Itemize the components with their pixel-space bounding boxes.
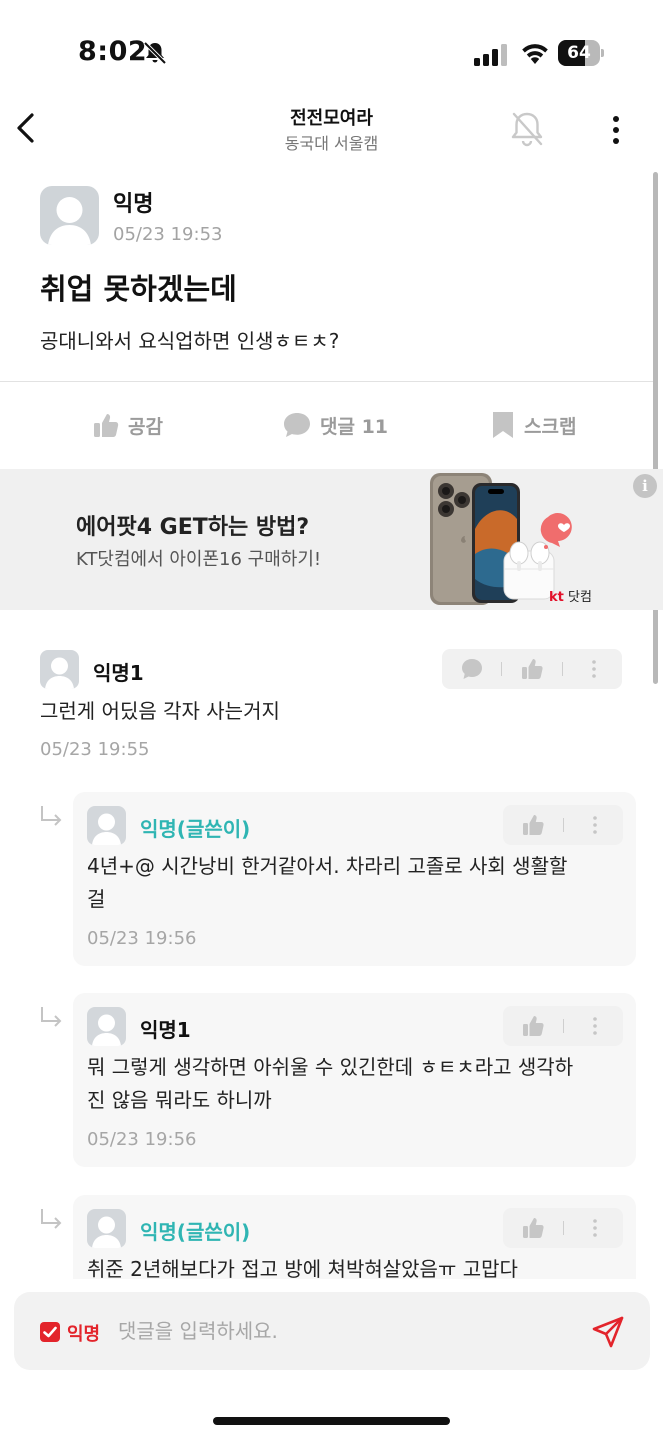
notification-off-button[interactable]	[506, 108, 548, 150]
ad-brand-logo: kt 닷컴	[549, 586, 592, 605]
status-bar: 8:02 64	[0, 0, 663, 100]
reply-clip-region: 익명(글쓴이) 취준 2년해보다가 접고 방에 쳐박혀살았음ㅠ 고맙다	[0, 1195, 663, 1279]
board-title: 전전모여라	[290, 108, 373, 129]
post-title: 취업 못하겠는데	[40, 272, 237, 306]
post-body: 공대니와서 요식업하면 인생ㅎㅌㅊ?	[40, 329, 340, 353]
reply-author: 익명1	[140, 1018, 191, 1042]
comment-input[interactable]	[118, 1311, 578, 1351]
reply-arrow-icon	[41, 1209, 62, 1229]
ad-banner[interactable]: 에어팟4 GET하는 방법? KT닷컴에서 아이폰16 구매하기! kt 닷컴 …	[0, 469, 663, 610]
reply-text: 4년+@ 시간낭비 한거같아서. 차라리 고졸로 사회 생활할걸	[87, 854, 568, 911]
comment-more-icon[interactable]	[582, 657, 606, 681]
iphone-airpods-image	[430, 473, 572, 605]
reply-like-icon[interactable]	[521, 1014, 545, 1038]
reply-more-icon[interactable]	[583, 1216, 607, 1240]
reply-toolbar	[503, 1006, 623, 1046]
reply-card: 익명(글쓴이) 취준 2년해보다가 접고 방에 쳐박혀살았음ㅠ 고맙다	[73, 1195, 636, 1279]
reply-more-icon[interactable]	[583, 1014, 607, 1038]
reply-avatar	[87, 806, 126, 845]
post-actions: 공감 댓글 11 스크랩	[0, 396, 653, 456]
home-indicator[interactable]	[213, 1417, 450, 1425]
divider	[0, 381, 653, 382]
more-options-button[interactable]	[602, 110, 630, 150]
reply-like-icon[interactable]	[521, 1216, 545, 1240]
like-label: 공감	[128, 415, 163, 438]
board-header: 전전모여라 동국대 서울캠	[0, 96, 663, 166]
wifi-icon	[522, 44, 548, 64]
board-school: 동국대 서울캠	[284, 134, 379, 153]
send-button[interactable]	[590, 1314, 626, 1350]
ad-title: 에어팟4 GET하는 방법?	[76, 515, 310, 540]
comment-author: 익명1	[93, 661, 144, 685]
kt-logo-text: kt	[549, 590, 564, 605]
reply-card: 익명1 뭐 그렇게 생각하면 아쉬울 수 있긴한데 ㅎㅌㅊ라고 생각하진 않음 …	[73, 993, 636, 1167]
anonymous-checkbox[interactable]	[40, 1322, 60, 1342]
post-time: 05/23 19:53	[113, 224, 223, 245]
reply-like-icon[interactable]	[521, 813, 545, 837]
reply-text: 뭐 그렇게 생각하면 아쉬울 수 있긴한데 ㅎㅌㅊ라고 생각하진 않음 뭐라도 …	[87, 1055, 574, 1112]
checkmark-icon	[43, 1326, 57, 1338]
reply-time: 05/23 19:56	[87, 1129, 197, 1150]
reply-card: 익명(글쓴이) 4년+@ 시간낭비 한거같아서. 차라리 고졸로 사회 생활할걸…	[73, 792, 636, 966]
ad-brand-suffix: 닷컴	[563, 590, 592, 605]
anonymous-label[interactable]: 익명	[67, 1320, 100, 1346]
post-author-avatar	[40, 186, 99, 245]
comment-avatar	[40, 650, 79, 689]
reply-arrow-icon	[41, 806, 62, 826]
battery-icon: 64	[558, 40, 604, 66]
ad-info-icon[interactable]: i	[633, 474, 657, 498]
bookmark-icon	[493, 412, 513, 438]
battery-percent: 64	[567, 43, 591, 63]
reply-author: 익명(글쓴이)	[140, 1220, 251, 1244]
reply-text: 취준 2년해보다가 접고 방에 쳐박혀살았음ㅠ 고맙다	[87, 1257, 518, 1279]
ad-subtitle: KT닷컴에서 아이폰16 구매하기!	[76, 549, 322, 570]
reply-author: 익명(글쓴이)	[140, 817, 251, 841]
reply-avatar	[87, 1007, 126, 1046]
reply-arrow-icon	[41, 1007, 62, 1027]
status-time: 8:02	[78, 36, 148, 67]
reply-time: 05/23 19:56	[87, 928, 197, 949]
reply-toolbar	[503, 805, 623, 845]
comment-toolbar	[442, 649, 622, 689]
reply-more-icon[interactable]	[583, 813, 607, 837]
cellular-signal-icon	[474, 44, 507, 66]
comment-count-label: 댓글 11	[320, 415, 389, 438]
comment-count-button[interactable]: 댓글 11	[282, 408, 388, 442]
reply-icon[interactable]	[460, 657, 484, 681]
speech-bubble-icon	[284, 413, 310, 437]
post-author: 익명	[113, 192, 154, 217]
comment-text: 그런게 어딨음 각자 사는거지	[40, 699, 280, 723]
silent-mode-icon	[143, 41, 167, 65]
scrap-button[interactable]: 스크랩	[490, 408, 576, 442]
comment-like-icon[interactable]	[520, 657, 544, 681]
thumbs-up-icon	[94, 414, 119, 437]
like-button[interactable]: 공감	[92, 408, 163, 442]
comment-input-bar: 익명	[14, 1292, 650, 1370]
comment-time: 05/23 19:55	[40, 739, 150, 760]
scrap-label: 스크랩	[524, 415, 577, 438]
reply-avatar	[87, 1209, 126, 1248]
reply-toolbar	[503, 1208, 623, 1248]
